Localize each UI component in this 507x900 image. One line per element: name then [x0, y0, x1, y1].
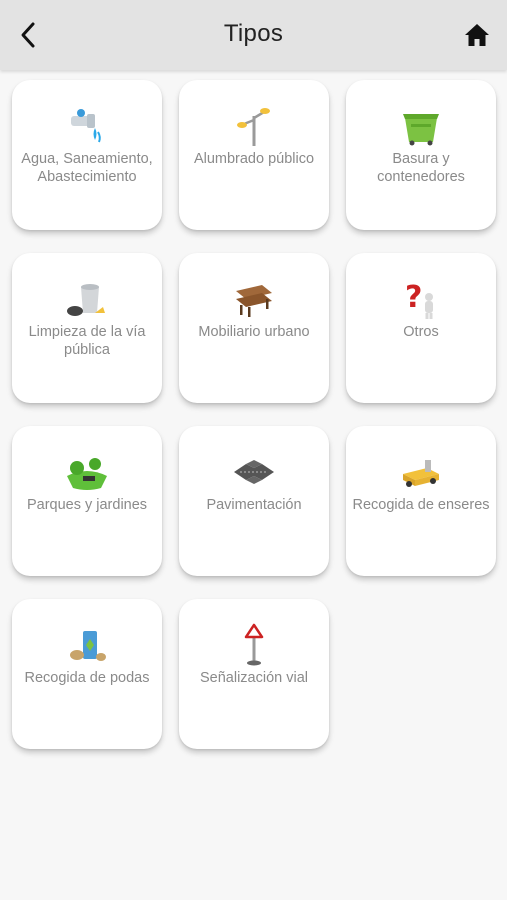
category-card-pavimentacion[interactable]: Pavimentación [179, 426, 329, 576]
category-card-senalizacion[interactable]: Señalización vial [179, 599, 329, 749]
question-figure-icon: ? [405, 280, 433, 319]
category-label: Limpieza de la vía pública [28, 324, 146, 358]
category-card-agua[interactable]: Agua, Saneamiento, Abastecimiento [12, 80, 162, 230]
category-label: Pavimentación [206, 497, 302, 513]
category-card-otros[interactable]: ? Otros [346, 253, 496, 403]
category-card-alumbrado[interactable]: Alumbrado público [179, 80, 329, 230]
home-icon [465, 24, 489, 46]
bench-icon [236, 285, 272, 317]
category-label: Parques y jardines [26, 497, 148, 513]
water-faucet-icon [71, 109, 101, 143]
page-title: Tipos [223, 20, 284, 47]
category-label: Alumbrado público [193, 151, 315, 167]
road-sign-icon [244, 623, 264, 666]
trash-can-icon [67, 284, 105, 316]
category-card-mobiliario[interactable]: Mobiliario urbano [179, 253, 329, 403]
category-label: Otros [403, 324, 439, 340]
category-label: Recogida de podas [24, 670, 150, 686]
home-button[interactable] [463, 21, 491, 49]
category-label: Basura y contenedores [377, 151, 465, 185]
category-card-podas[interactable]: Recogida de podas [12, 599, 162, 749]
tow-truck-icon [403, 460, 439, 487]
dumpster-icon [403, 114, 439, 146]
category-label: Señalización vial [199, 670, 308, 686]
category-card-limpieza[interactable]: Limpieza de la vía pública [12, 253, 162, 403]
category-label: Recogida de enseres [352, 497, 490, 513]
pruning-waste-icon [70, 631, 106, 661]
street-lamp-icon [237, 108, 270, 146]
category-label: Agua, Saneamiento, Abastecimiento [21, 151, 153, 185]
road-intersection-icon [234, 460, 274, 484]
category-card-basura[interactable]: Basura y contenedores [346, 80, 496, 230]
park-icon [67, 458, 107, 490]
category-card-parques[interactable]: Parques y jardines [12, 426, 162, 576]
top-app-bar: Tipos [0, 0, 507, 70]
svg-text:?: ? [405, 280, 422, 315]
category-label: Mobiliario urbano [198, 324, 310, 340]
category-card-enseres[interactable]: Recogida de enseres [346, 426, 496, 576]
